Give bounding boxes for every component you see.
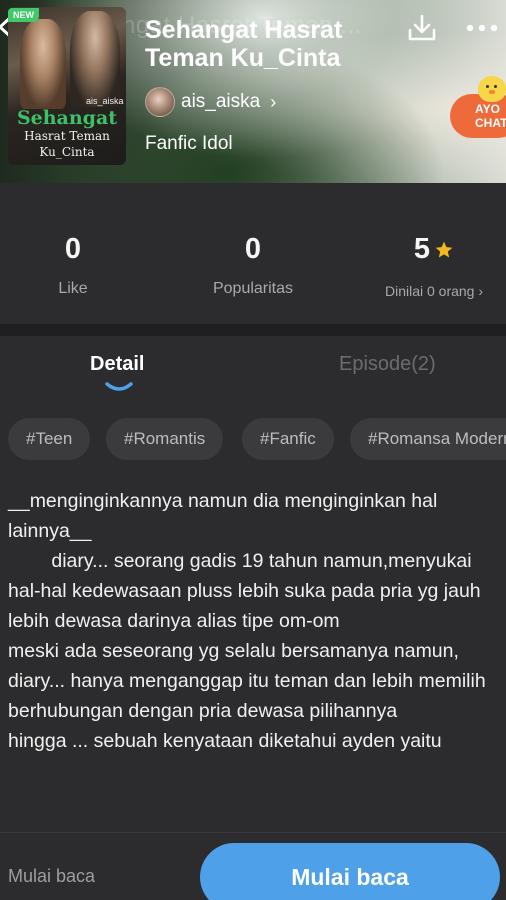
synopsis-text: __menginginkannya namun dia menginginkan… — [8, 490, 486, 752]
cover-figure-left — [20, 19, 66, 109]
tab-bar: Detail Episode(2) — [0, 336, 506, 402]
tag-list: #Teen #Romantis #Fanfic #Romansa Modern — [0, 402, 506, 476]
download-icon[interactable] — [406, 12, 438, 44]
author-avatar — [145, 87, 175, 117]
popularity-label: Popularitas — [212, 280, 294, 297]
tag-chip[interactable]: #Romantis — [106, 418, 224, 460]
stat-popularity: 0 Popularitas — [190, 233, 316, 298]
cover-title-line3: Ku_Cinta — [39, 145, 95, 159]
cover-figure-right — [70, 11, 120, 107]
synopsis-section: __menginginkannya namun dia menginginkan… — [0, 476, 506, 832]
section-divider — [0, 324, 506, 336]
tag-chip[interactable]: #Teen — [8, 418, 91, 460]
bottom-bar: Mulai baca Mulai baca — [0, 832, 506, 900]
stats-panel: 0 Like 0 Popularitas 5 Dinilai 0 orang › — [0, 183, 506, 324]
cover-title-line1: Sehangat — [16, 107, 118, 129]
cover-title-line2: Hasrat Teman — [24, 129, 110, 143]
new-badge: NEW — [8, 8, 39, 22]
tab-active-indicator — [105, 382, 133, 391]
chevron-right-icon: › — [270, 91, 277, 112]
more-options-icon[interactable] — [465, 16, 499, 40]
popularity-count: 0 — [244, 233, 262, 265]
book-header: Sehangat Hasrat Teman ... ais_aiska Seha… — [0, 0, 506, 183]
chat-promo-line1: AYO — [475, 102, 500, 116]
like-label: Like — [58, 280, 88, 297]
start-reading-button[interactable]: Mulai baca — [200, 843, 500, 900]
cover-author-tag: ais_aiska — [86, 96, 124, 106]
stat-rating[interactable]: 5 Dinilai 0 orang › — [370, 233, 498, 299]
author-link[interactable]: ais_aiska › — [145, 86, 276, 118]
rating-label: Dinilai 0 orang › — [384, 283, 484, 299]
book-genre: Fanfic Idol — [145, 133, 233, 154]
author-name: ais_aiska — [181, 91, 261, 112]
start-reading-link[interactable]: Mulai baca — [8, 866, 95, 887]
like-count: 0 — [64, 233, 82, 265]
chat-promo-line2: CHAT — [475, 116, 506, 130]
stat-like: 0 Like — [38, 233, 108, 298]
tag-chip[interactable]: #Romansa Modern — [350, 418, 506, 460]
tag-chip[interactable]: #Fanfic — [242, 418, 334, 460]
rating-value: 5 — [413, 233, 431, 265]
tab-episode[interactable]: Episode(2) — [339, 353, 436, 376]
book-title: Sehangat Hasrat Teman Ku_Cinta — [145, 16, 343, 72]
star-icon — [435, 241, 453, 257]
book-cover[interactable]: ais_aiska Sehangat Hasrat Teman Ku_Cinta — [8, 7, 126, 165]
chick-mascot-icon — [478, 76, 506, 102]
tab-detail[interactable]: Detail — [90, 353, 144, 376]
